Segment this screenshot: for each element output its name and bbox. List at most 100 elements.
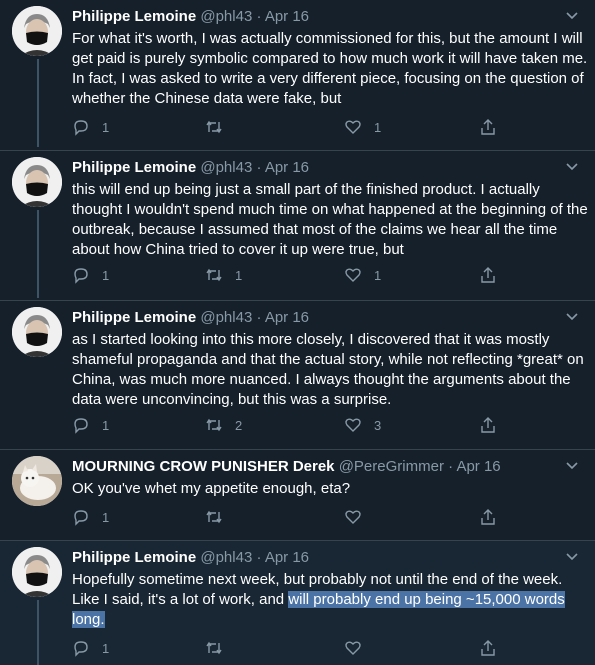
reply-button[interactable]: 1 [72, 638, 109, 658]
tweet-actions: 1 2 3 [72, 415, 512, 435]
reply-button[interactable]: 1 [72, 415, 109, 435]
share-icon [481, 509, 495, 525]
author-name[interactable]: Philippe Lemoine [72, 159, 196, 176]
like-button[interactable]: 1 [344, 265, 381, 285]
chevron-down-icon[interactable] [565, 549, 579, 563]
like-button[interactable] [344, 638, 362, 658]
share-button[interactable] [479, 638, 497, 658]
avatar[interactable] [12, 307, 62, 357]
like-button[interactable]: 3 [344, 415, 381, 435]
retweet-button[interactable] [205, 117, 235, 137]
avatar[interactable] [12, 157, 62, 207]
avatar[interactable] [12, 547, 62, 597]
chevron-down-icon[interactable] [565, 458, 579, 472]
share-icon [481, 417, 495, 433]
tweet-actions: 1 [72, 507, 512, 527]
reply-icon [74, 510, 88, 526]
author-name[interactable]: Philippe Lemoine [72, 309, 196, 326]
retweet-icon [206, 120, 222, 134]
chevron-down-icon[interactable] [565, 8, 579, 22]
retweet-count: 1 [235, 267, 243, 283]
author-handle[interactable]: @phl43 [200, 159, 252, 176]
chevron-down-icon[interactable] [565, 309, 579, 323]
tweet-header: Philippe Lemoine @phl43 · Apr 16 [72, 159, 309, 177]
avatar-image [12, 307, 62, 357]
tweet-date[interactable]: Apr 16 [265, 8, 309, 25]
avatar-image [12, 157, 62, 207]
retweet-button[interactable] [205, 507, 223, 527]
heart-icon [345, 418, 361, 432]
tweet-actions: 1 [72, 638, 512, 658]
retweet-icon [206, 641, 222, 655]
tweet-date[interactable]: Apr 16 [456, 458, 500, 475]
author-name[interactable]: MOURNING CROW PUNISHER Derek [72, 458, 335, 475]
share-icon [481, 267, 495, 283]
reply-count: 1 [102, 509, 110, 525]
avatar[interactable] [12, 456, 62, 506]
retweet-icon [206, 268, 222, 282]
share-button[interactable] [479, 507, 497, 527]
share-button[interactable] [479, 117, 497, 137]
tweet-text: Hopefully sometime next week, but probab… [72, 570, 588, 630]
thread-line [37, 210, 39, 298]
reply-count: 1 [102, 640, 110, 656]
dot-separator: · [448, 458, 454, 475]
retweet-button[interactable] [205, 638, 223, 658]
author-handle[interactable]: @phl43 [200, 309, 252, 326]
avatar-image [12, 6, 62, 56]
retweet-icon [206, 418, 222, 432]
author-name[interactable]: Philippe Lemoine [72, 8, 196, 25]
like-count: 3 [374, 417, 382, 433]
reply-icon [74, 641, 88, 657]
tweet-header: Philippe Lemoine @phl43 · Apr 16 [72, 549, 309, 567]
tweet-text: OK you've whet my appetite enough, eta? [72, 480, 351, 497]
tweet-3[interactable]: Philippe Lemoine @phl43 · Apr 16 as I st… [0, 301, 595, 449]
reply-count: 1 [102, 417, 110, 433]
heart-icon [345, 268, 361, 282]
reply-button[interactable]: 1 [72, 117, 109, 137]
tweet-date[interactable]: Apr 16 [265, 549, 309, 566]
tweet-date[interactable]: Apr 16 [265, 309, 309, 326]
reply-button[interactable]: 1 [72, 265, 109, 285]
share-icon [481, 119, 495, 135]
heart-icon [345, 120, 361, 134]
reply-button[interactable]: 1 [72, 507, 109, 527]
like-button[interactable] [344, 507, 362, 527]
retweet-button[interactable]: 1 [205, 265, 242, 285]
like-count: 1 [374, 267, 382, 283]
avatar-image [12, 547, 62, 597]
tweet-text: as I started looking into this more clos… [72, 331, 584, 408]
share-icon [481, 640, 495, 656]
heart-icon [345, 510, 361, 524]
chevron-down-icon[interactable] [565, 159, 579, 173]
tweet-header: Philippe Lemoine @phl43 · Apr 16 [72, 309, 309, 327]
tweet-date[interactable]: Apr 16 [265, 159, 309, 176]
reply-icon [74, 268, 88, 284]
tweet-actions: 1 1 1 [72, 265, 512, 285]
tweet-5[interactable]: Philippe Lemoine @phl43 · Apr 16 Hopeful… [0, 541, 595, 665]
reply-icon [74, 120, 88, 136]
author-handle[interactable]: @phl43 [200, 549, 252, 566]
tweet-1[interactable]: Philippe Lemoine @phl43 · Apr 16 For wha… [0, 0, 595, 150]
reply-count: 1 [102, 267, 110, 283]
retweet-button[interactable]: 2 [205, 415, 242, 435]
avatar[interactable] [12, 6, 62, 56]
tweet-text: this will end up being just a small part… [72, 181, 588, 258]
dot-separator: · [256, 8, 262, 25]
tweet-actions: 1 1 [72, 117, 512, 137]
dot-separator: · [256, 549, 262, 566]
author-handle[interactable]: @phl43 [200, 8, 252, 25]
tweet-header: MOURNING CROW PUNISHER Derek @PereGrimme… [72, 458, 501, 476]
share-button[interactable] [479, 265, 497, 285]
dot-separator: · [256, 159, 262, 176]
author-name[interactable]: Philippe Lemoine [72, 549, 196, 566]
thread-line [37, 600, 39, 665]
tweet-4[interactable]: MOURNING CROW PUNISHER Derek @PereGrimme… [0, 450, 595, 540]
like-button[interactable]: 1 [344, 117, 381, 137]
retweet-icon [206, 510, 222, 524]
tweet-text: For what it's worth, I was actually comm… [72, 30, 588, 107]
share-button[interactable] [479, 415, 497, 435]
tweet-2[interactable]: Philippe Lemoine @phl43 · Apr 16 this wi… [0, 151, 595, 301]
author-handle[interactable]: @PereGrimmer [339, 458, 444, 475]
dot-separator: · [256, 309, 262, 326]
